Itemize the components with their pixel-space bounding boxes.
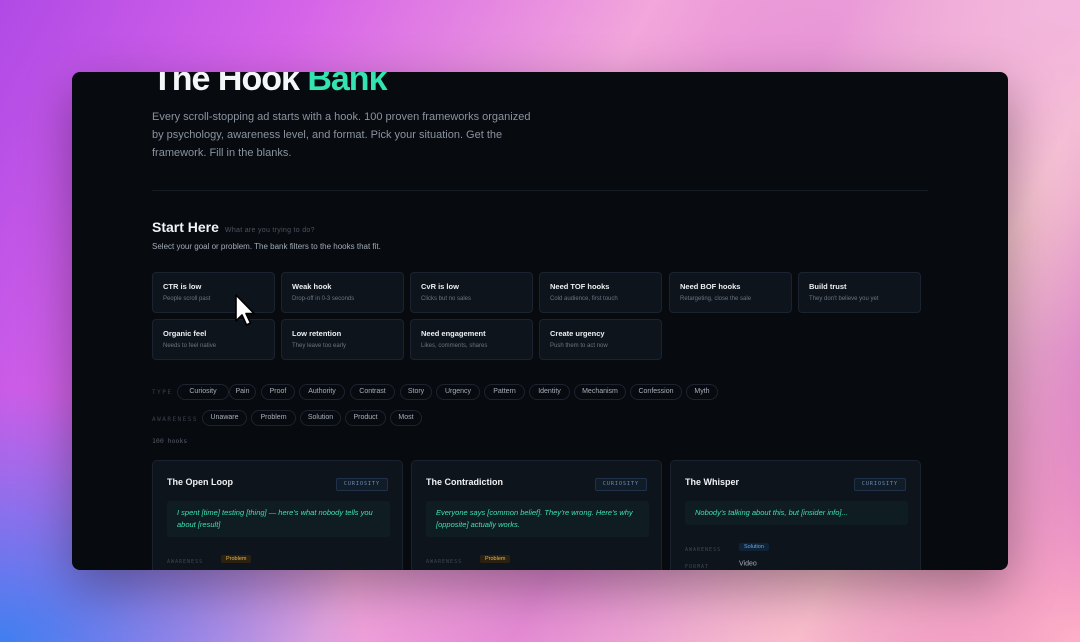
- goal-subtitle: Cold audience, first touch: [550, 296, 618, 302]
- format-value: Video: [739, 560, 757, 568]
- hook-card-whisper[interactable]: The Whisper CURIOSITY Nobody's talking a…: [670, 460, 921, 570]
- hook-format-row: FORMAT Video: [685, 555, 757, 570]
- goal-title: Organic feel: [163, 329, 207, 338]
- goal-subtitle: They leave too early: [292, 343, 347, 349]
- awareness-label: AWARENESS: [167, 559, 204, 565]
- hook-title: The Open Loop: [167, 477, 233, 487]
- start-here-hint: What are you trying to do?: [224, 227, 315, 234]
- goal-title: CvR is low: [421, 282, 459, 291]
- awareness-label: AWARENESS: [426, 559, 463, 565]
- goal-subtitle: Clicks but no sales: [421, 296, 472, 302]
- type-chip-curiosity[interactable]: Curiosity: [177, 384, 229, 400]
- awareness-chip-problem[interactable]: Problem: [251, 410, 296, 426]
- awareness-badge: Problem: [221, 554, 252, 563]
- hook-awareness-row: AWARENESS Problem: [167, 550, 252, 568]
- hook-template-text: Nobody's talking about this, but [inside…: [685, 501, 908, 525]
- goal-card-build-trust[interactable]: Build trust They don't believe you yet: [798, 272, 921, 313]
- type-chip-story[interactable]: Story: [400, 384, 432, 400]
- mouse-cursor-icon: [235, 294, 255, 326]
- start-here-heading: Start Here What are you trying to do?: [152, 219, 315, 235]
- goal-title: Need TOF hooks: [550, 282, 610, 291]
- awareness-chip-unaware[interactable]: Unaware: [202, 410, 247, 426]
- goal-card-tof-hooks[interactable]: Need TOF hooks Cold audience, first touch: [539, 272, 662, 313]
- hook-card-contradiction[interactable]: The Contradiction CURIOSITY Everyone say…: [411, 460, 662, 570]
- goal-title: Create urgency: [550, 329, 605, 338]
- type-chip-identity[interactable]: Identity: [529, 384, 570, 400]
- goal-title: Low retention: [292, 329, 342, 338]
- hook-count: 100 hooks: [152, 437, 188, 445]
- type-chip-pattern[interactable]: Pattern: [484, 384, 525, 400]
- goal-subtitle: Retargeting, close the sale: [680, 296, 752, 302]
- goal-title: Need BOF hooks: [680, 282, 741, 291]
- hook-type-tag: CURIOSITY: [853, 478, 906, 491]
- goal-card-need-engagement[interactable]: Need engagement Likes, comments, shares: [410, 319, 533, 360]
- goal-subtitle: Needs to feel native: [163, 343, 217, 349]
- hook-title: The Contradiction: [426, 477, 503, 487]
- type-chip-confession[interactable]: Confession: [630, 384, 682, 400]
- awareness-chip-solution[interactable]: Solution: [300, 410, 341, 426]
- goal-card-bof-hooks[interactable]: Need BOF hooks Retargeting, close the sal…: [669, 272, 792, 313]
- awareness-badge: Problem: [480, 554, 511, 563]
- type-chip-proof[interactable]: Proof: [261, 384, 295, 400]
- hook-card-open-loop[interactable]: The Open Loop CURIOSITY I spent [time] t…: [152, 460, 403, 570]
- goal-subtitle: They don't believe you yet: [809, 296, 879, 302]
- hook-template-text: I spent [time] testing [thing] — here's …: [167, 501, 390, 537]
- awareness-label: AWARENESS: [685, 547, 722, 553]
- hook-type-tag: CURIOSITY: [594, 478, 647, 491]
- hook-template-text: Everyone says [common belief]. They're w…: [426, 501, 649, 537]
- goal-card-low-retention[interactable]: Low retention They leave too early: [281, 319, 404, 360]
- hook-awareness-row: AWARENESS Solution: [685, 538, 769, 556]
- format-label: FORMAT: [685, 564, 710, 570]
- awareness-chip-most[interactable]: Most: [390, 410, 422, 426]
- awareness-badge: Solution: [739, 542, 769, 551]
- type-chip-contrast[interactable]: Contrast: [350, 384, 395, 400]
- goal-title: CTR is low: [163, 282, 202, 291]
- goal-title: Build trust: [809, 282, 847, 291]
- type-filter-label: TYPE: [152, 389, 173, 396]
- type-chip-myth[interactable]: Myth: [686, 384, 718, 400]
- hook-type-tag: CURIOSITY: [335, 478, 388, 491]
- hook-title: The Whisper: [685, 477, 740, 487]
- page-title-prefix: The Hook: [152, 72, 308, 98]
- goal-card-weak-hook[interactable]: Weak hook Drop-off in 0-3 seconds: [281, 272, 404, 313]
- section-divider: [152, 190, 928, 191]
- type-chip-pain[interactable]: Pain: [229, 384, 256, 400]
- goal-card-cvr-low[interactable]: CvR is low Clicks but no sales: [410, 272, 533, 313]
- goal-subtitle: Likes, comments, shares: [421, 343, 488, 349]
- start-here-description: Select your goal or problem. The bank fi…: [152, 242, 381, 251]
- goal-subtitle: Drop-off in 0-3 seconds: [292, 296, 355, 302]
- hook-awareness-row: AWARENESS Problem: [426, 550, 511, 568]
- type-chip-authority[interactable]: Authority: [299, 384, 345, 400]
- app-window: The Hook Bank Every scroll-stopping ad s…: [72, 72, 1008, 570]
- goal-card-create-urgency[interactable]: Create urgency Push them to act now: [539, 319, 662, 360]
- page-title: The Hook Bank: [152, 72, 387, 99]
- start-here-title: Start Here: [152, 219, 219, 235]
- type-chip-mechanism[interactable]: Mechanism: [574, 384, 626, 400]
- goal-title: Weak hook: [292, 282, 332, 291]
- intro-text: Every scroll-stopping ad starts with a h…: [152, 111, 531, 159]
- awareness-chip-product[interactable]: Product: [345, 410, 386, 426]
- awareness-filter-label: AWARENESS: [152, 416, 199, 423]
- goal-title: Need engagement: [421, 329, 486, 338]
- type-chip-urgency[interactable]: Urgency: [436, 384, 480, 400]
- page-title-accent: Bank: [307, 72, 387, 98]
- goal-subtitle: Push them to act now: [550, 343, 608, 349]
